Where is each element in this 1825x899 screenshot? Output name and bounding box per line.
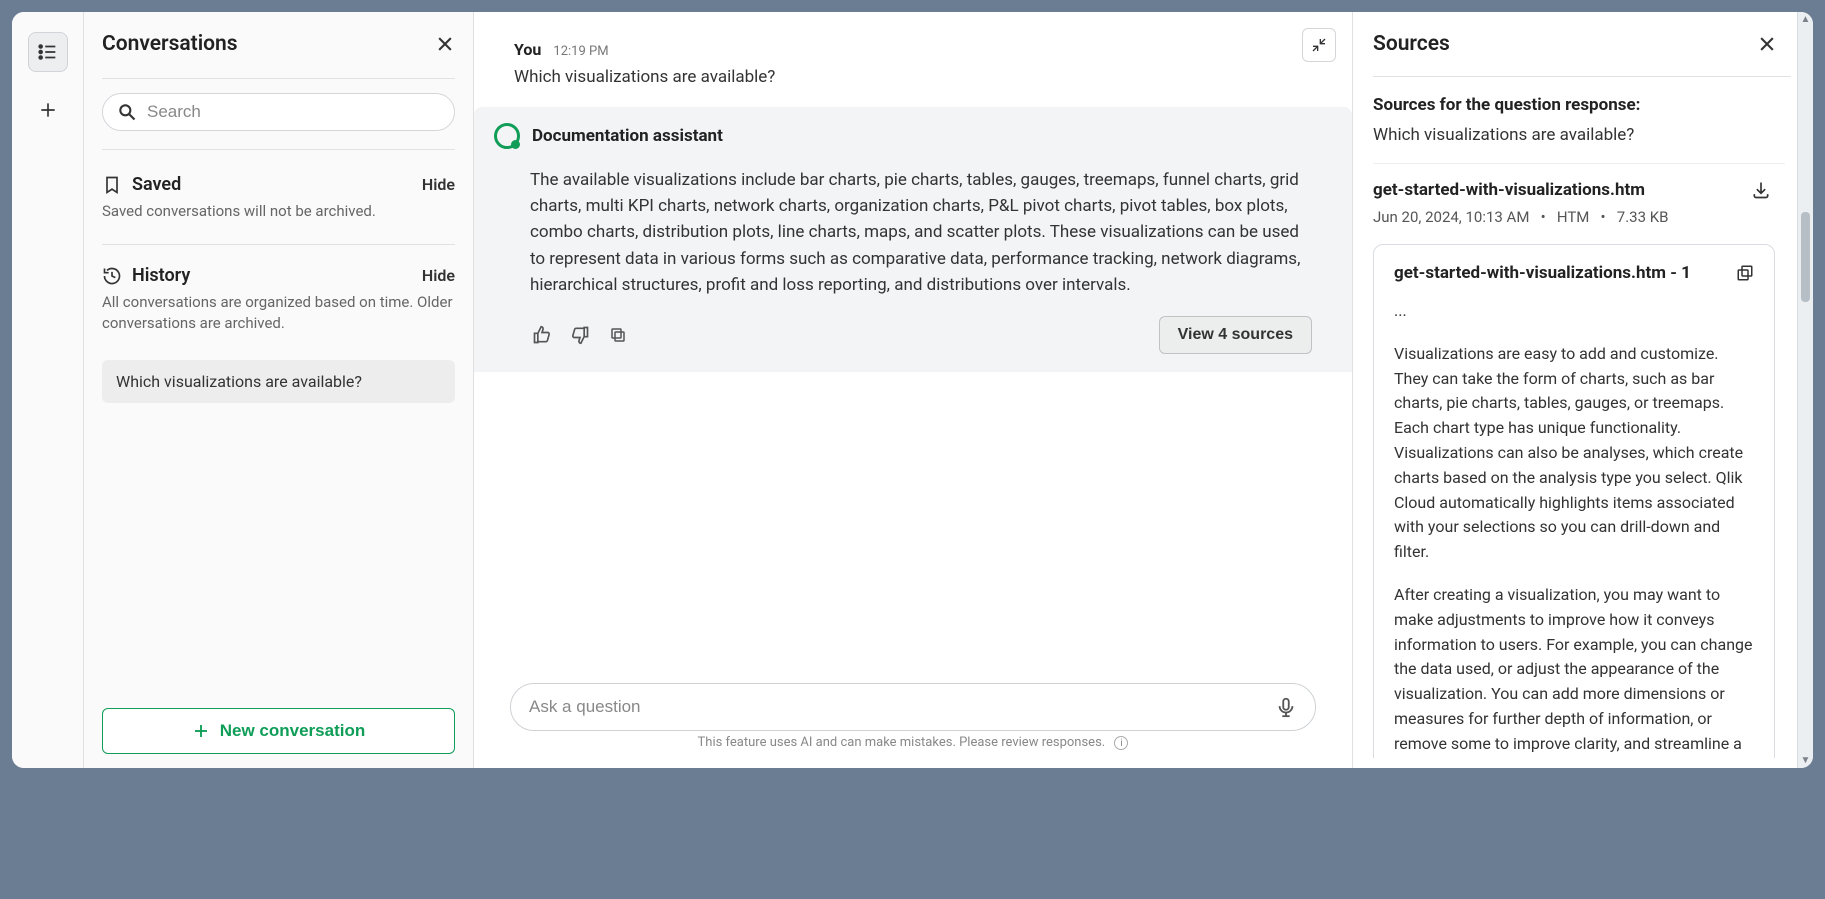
user-message-body: Which visualizations are available? — [514, 65, 1312, 91]
sources-subtitle: Sources for the question response: — [1373, 95, 1785, 115]
saved-section-desc: Saved conversations will not be archived… — [102, 201, 455, 222]
assistant-name: Documentation assistant — [532, 126, 723, 146]
rail-conversations-button[interactable] — [28, 32, 68, 72]
view-sources-button[interactable]: View 4 sources — [1159, 316, 1312, 354]
source-card-paragraph: Visualizations are easy to add and custo… — [1394, 342, 1754, 565]
bookmark-icon — [102, 175, 122, 195]
source-card-title: get-started-with-visualizations.htm - 1 — [1394, 263, 1691, 283]
conversation-item[interactable]: Which visualizations are available? — [102, 360, 455, 403]
close-icon — [435, 34, 455, 54]
list-icon — [37, 41, 59, 63]
sources-question: Which visualizations are available? — [1373, 125, 1785, 145]
search-input[interactable] — [147, 102, 440, 122]
source-card-paragraph: After creating a visualization, you may … — [1394, 583, 1754, 758]
source-file-date: Jun 20, 2024, 10:13 AM — [1373, 208, 1529, 226]
plus-icon — [192, 722, 210, 740]
chat-input-box[interactable] — [510, 683, 1316, 731]
sources-scroll-area: Sources for the question response: Which… — [1373, 95, 1791, 758]
chat-input-area: This feature uses AI and can make mistak… — [474, 671, 1352, 768]
conversations-search[interactable] — [102, 93, 455, 131]
window-scrollbar[interactable]: ▲ ▼ — [1797, 12, 1813, 768]
user-message: You 12:19 PM Which visualizations are av… — [514, 40, 1312, 91]
microphone-icon[interactable] — [1275, 696, 1297, 718]
conversations-close-button[interactable] — [435, 34, 455, 54]
user-message-time: 12:19 PM — [553, 44, 608, 59]
copy-icon — [609, 326, 627, 344]
sources-close-button[interactable] — [1757, 34, 1777, 54]
scroll-up-arrow-icon[interactable]: ▲ — [1798, 14, 1813, 25]
thumbs-up-button[interactable] — [530, 323, 554, 347]
thumbs-up-icon — [532, 325, 552, 345]
left-rail — [12, 12, 84, 768]
history-section-desc: All conversations are organized based on… — [102, 292, 455, 334]
app-window: Conversations Saved Hide Saved — [12, 12, 1813, 768]
collapse-icon — [1311, 37, 1327, 53]
source-card-body: ... Visualizations are easy to add and c… — [1394, 299, 1754, 758]
source-file-type: HTM — [1557, 208, 1590, 226]
history-hide-button[interactable]: Hide — [422, 266, 455, 285]
chat-main: You 12:19 PM Which visualizations are av… — [474, 12, 1352, 768]
source-card-ellipsis: ... — [1394, 299, 1754, 324]
assistant-message-body: The available visualizations include bar… — [530, 167, 1312, 299]
assistant-avatar-icon — [494, 123, 520, 149]
plus-icon — [38, 100, 58, 120]
thumbs-down-icon — [570, 325, 590, 345]
chat-input[interactable] — [529, 697, 1263, 717]
saved-section-title: Saved — [132, 174, 181, 195]
source-card: get-started-with-visualizations.htm - 1 … — [1373, 244, 1775, 758]
sources-panel: Sources Sources for the question respons… — [1352, 12, 1797, 768]
thumbs-down-button[interactable] — [568, 323, 592, 347]
search-icon — [117, 102, 137, 122]
new-conversation-label: New conversation — [220, 721, 366, 741]
history-section-title: History — [132, 265, 190, 286]
rail-new-button[interactable] — [28, 90, 68, 130]
saved-hide-button[interactable]: Hide — [422, 175, 455, 194]
messages-area: You 12:19 PM Which visualizations are av… — [474, 12, 1352, 671]
close-icon — [1757, 34, 1777, 54]
ai-disclaimer: This feature uses AI and can make mistak… — [510, 731, 1316, 758]
source-download-button[interactable] — [1751, 180, 1771, 200]
scrollbar-thumb[interactable] — [1801, 212, 1810, 302]
new-conversation-button[interactable]: New conversation — [102, 708, 455, 754]
sources-title: Sources — [1373, 32, 1450, 56]
scroll-down-arrow-icon[interactable]: ▼ — [1798, 755, 1813, 766]
copy-button[interactable] — [606, 323, 630, 347]
user-sender-label: You — [514, 40, 541, 59]
download-icon — [1751, 180, 1771, 200]
info-icon[interactable]: i — [1114, 736, 1128, 750]
history-icon — [102, 266, 122, 286]
source-file-name: get-started-with-visualizations.htm — [1373, 180, 1669, 200]
source-file-row: get-started-with-visualizations.htm Jun … — [1373, 180, 1785, 226]
source-card-open-button[interactable] — [1736, 264, 1754, 282]
disclaimer-text: This feature uses AI and can make mistak… — [698, 735, 1106, 750]
source-file-size: 7.33 KB — [1617, 208, 1669, 226]
open-copy-icon — [1736, 264, 1754, 282]
collapse-chat-button[interactable] — [1302, 28, 1336, 62]
conversations-title: Conversations — [102, 32, 238, 56]
assistant-message: Documentation assistant The available vi… — [474, 107, 1352, 373]
conversations-panel: Conversations Saved Hide Saved — [84, 12, 474, 768]
source-file-meta: Jun 20, 2024, 10:13 AM • HTM • 7.33 KB — [1373, 208, 1669, 226]
